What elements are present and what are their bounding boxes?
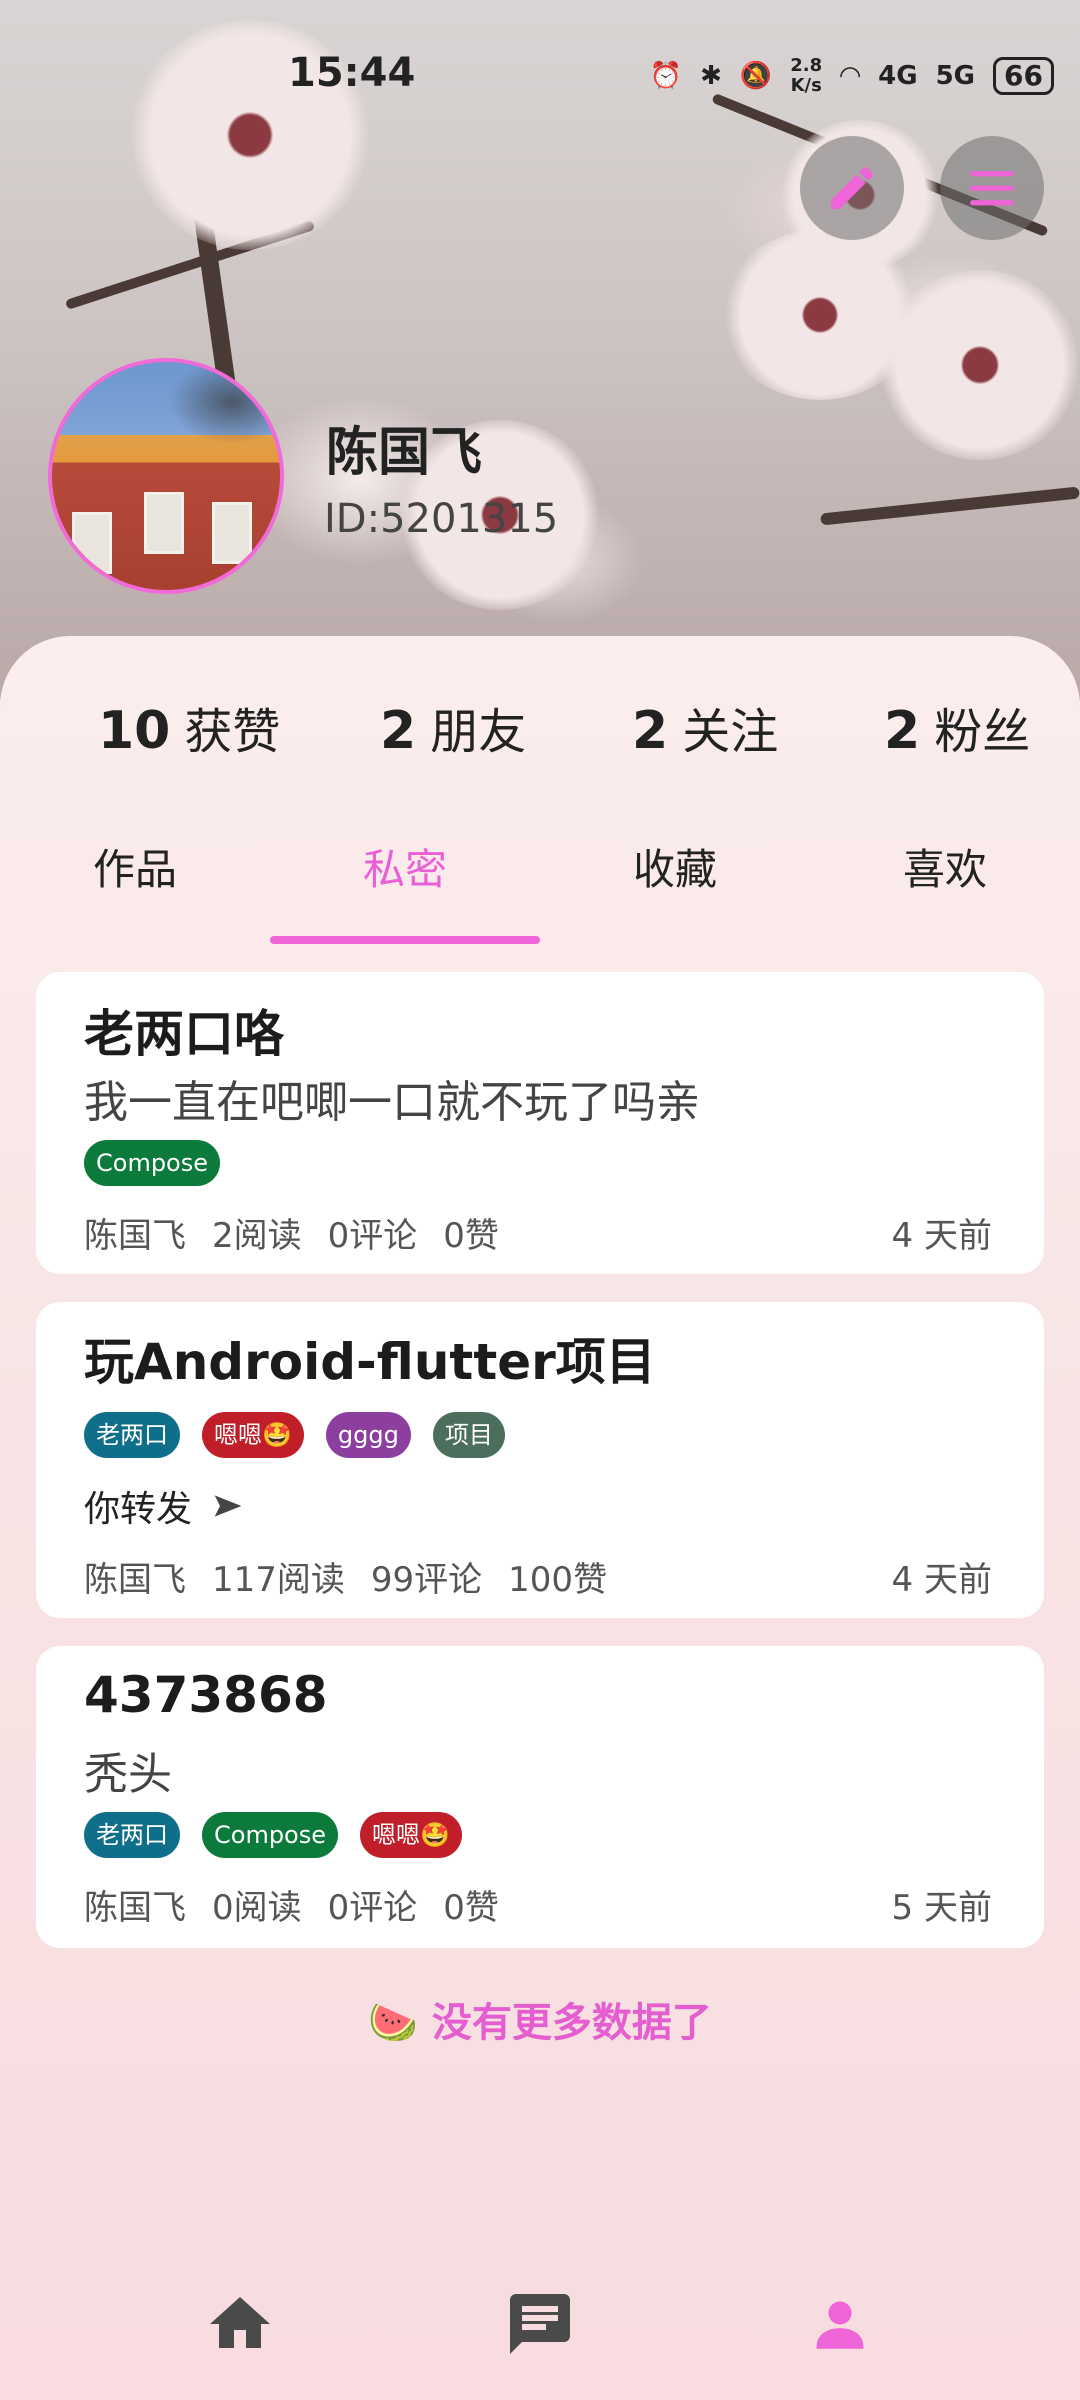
stat-likes[interactable]: 10 获赞	[98, 692, 280, 762]
tag[interactable]: gggg	[325, 1412, 411, 1458]
share-row[interactable]: 你转发	[84, 1480, 244, 1532]
wifi-icon: ◠	[840, 61, 861, 91]
post-card[interactable]: 玩Android-flutter项目 老两口 嗯嗯🤩 gggg 项目 你转发 陈…	[36, 1302, 1044, 1618]
post-title: 玩Android-flutter项目	[84, 1333, 656, 1391]
user-id: ID:5201315	[324, 496, 559, 542]
content-tabs: 作品 私密 收藏 喜欢	[0, 836, 1080, 916]
post-comments: 99评论	[370, 1560, 483, 1600]
post-reads: 2阅读	[212, 1216, 302, 1256]
post-likes: 100赞	[508, 1560, 608, 1600]
message-icon	[510, 2294, 570, 2354]
post-meta: 陈国飞 117阅读 99评论 100赞	[84, 1552, 607, 1601]
tag[interactable]: Compose	[202, 1812, 339, 1858]
menu-button[interactable]	[940, 136, 1044, 240]
signal-4g: 4G	[878, 61, 918, 91]
post-reads: 0阅读	[212, 1888, 302, 1928]
post-tags: Compose	[84, 1140, 221, 1186]
tab-works[interactable]: 作品	[0, 836, 270, 897]
post-comments: 0评论	[327, 1216, 418, 1256]
no-more-data-text: 🍉 没有更多数据了	[368, 2000, 712, 2046]
profile-header-background	[0, 0, 1080, 700]
post-tags: 老两口 Compose 嗯嗯🤩	[84, 1812, 462, 1858]
tag[interactable]: 老两口	[84, 1412, 180, 1458]
post-desc: 秃头	[84, 1749, 172, 1800]
post-time: 4 天前	[891, 1560, 992, 1600]
bottom-navigation	[0, 2260, 1080, 2380]
alarm-icon: ⏰	[649, 61, 683, 91]
post-title: 4373868	[84, 1666, 328, 1724]
stats-row: 10 获赞 2 朋友 2 关注 2 粉丝	[0, 692, 1080, 772]
nav-home[interactable]	[200, 2284, 280, 2364]
battery-level: 66	[993, 57, 1054, 95]
net-speed: 2.8 K/s	[790, 55, 823, 96]
post-card[interactable]: 4373868 秃头 老两口 Compose 嗯嗯🤩 陈国飞 0阅读 0评论 0…	[36, 1646, 1044, 1948]
post-likes: 0赞	[443, 1216, 499, 1256]
user-name: 陈国飞	[326, 423, 483, 483]
tag[interactable]: 老两口	[84, 1812, 180, 1858]
share-label: 你转发	[84, 1489, 193, 1530]
avatar[interactable]	[48, 358, 284, 594]
stat-friends[interactable]: 2 朋友	[380, 692, 526, 762]
pencil-icon	[831, 166, 874, 209]
tab-favorites[interactable]: 收藏	[540, 836, 810, 897]
home-icon	[210, 2297, 270, 2348]
post-time: 5 天前	[891, 1888, 992, 1928]
signal-5g: 5G	[935, 61, 976, 91]
post-title: 老两口咯	[84, 1005, 284, 1063]
tag[interactable]: Compose	[84, 1140, 221, 1186]
post-comments: 0评论	[327, 1888, 418, 1928]
hamburger-menu-icon	[970, 171, 1014, 206]
post-author: 陈国飞	[84, 1216, 186, 1256]
person-icon	[816, 2301, 864, 2349]
post-meta: 陈国飞 0阅读 0评论 0赞	[84, 1880, 499, 1929]
post-author: 陈国飞	[84, 1560, 186, 1600]
tag[interactable]: 嗯嗯🤩	[202, 1412, 304, 1458]
tab-private[interactable]: 私密	[270, 836, 540, 897]
post-time: 4 天前	[891, 1216, 992, 1256]
tag[interactable]: 嗯嗯🤩	[360, 1812, 462, 1858]
tab-indicator	[270, 936, 540, 944]
post-desc: 我一直在吧唧一口就不玩了吗亲	[84, 1077, 700, 1128]
post-meta: 陈国飞 2阅读 0评论 0赞	[84, 1208, 499, 1257]
nav-messages[interactable]	[500, 2284, 580, 2364]
tab-liked[interactable]: 喜欢	[810, 836, 1080, 897]
stat-following[interactable]: 2 关注	[632, 692, 778, 762]
post-author: 陈国飞	[84, 1888, 186, 1928]
edit-profile-button[interactable]	[800, 136, 904, 240]
post-tags: 老两口 嗯嗯🤩 gggg 项目	[84, 1412, 505, 1458]
post-card[interactable]: 老两口咯 我一直在吧唧一口就不玩了吗亲 Compose 陈国飞 2阅读 0评论 …	[36, 972, 1044, 1274]
post-likes: 0赞	[443, 1888, 499, 1928]
nav-profile[interactable]	[800, 2284, 880, 2364]
post-reads: 117阅读	[212, 1560, 345, 1600]
mute-icon: 🔕	[739, 61, 773, 91]
status-icons: ⏰ ✱ 🔕 2.8 K/s ◠ 4G 5G 66	[650, 56, 1054, 96]
send-icon	[214, 1495, 242, 1517]
status-time: 15:44	[288, 50, 416, 96]
tag[interactable]: 项目	[432, 1412, 505, 1458]
stat-followers[interactable]: 2 粉丝	[884, 692, 1030, 762]
status-bar: 15:44 ⏰ ✱ 🔕 2.8 K/s ◠ 4G 5G 66	[0, 0, 1080, 96]
bluetooth-icon: ✱	[700, 61, 722, 91]
